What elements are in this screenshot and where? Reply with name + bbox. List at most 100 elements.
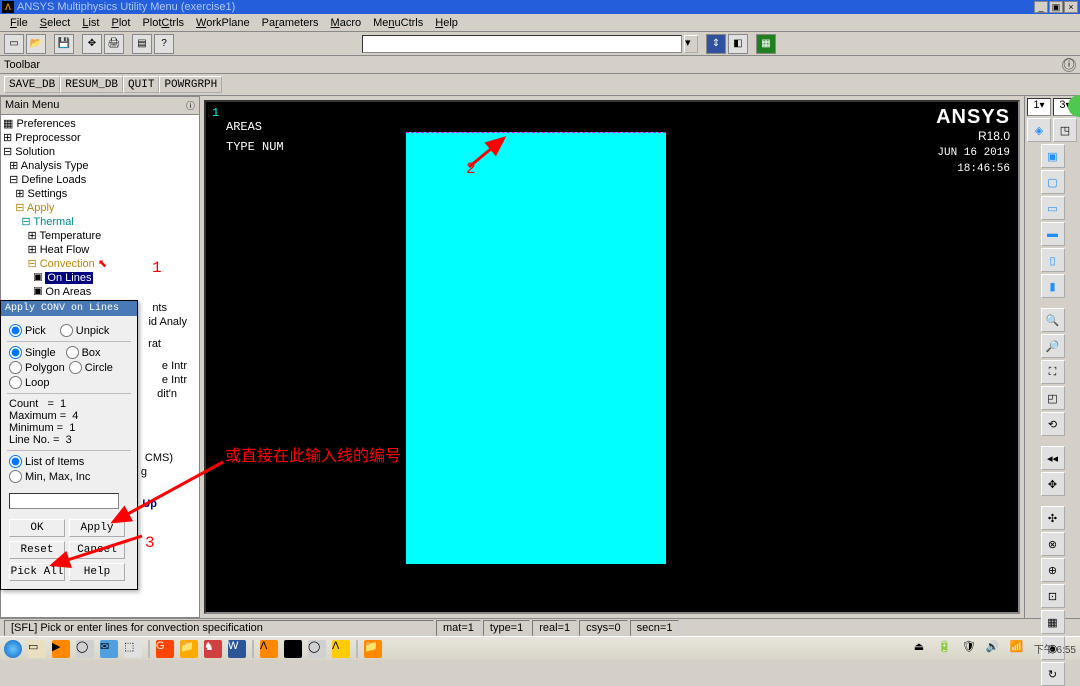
- refresh-icon[interactable]: ↻: [1041, 662, 1065, 686]
- pick-radio[interactable]: Pick: [9, 324, 46, 337]
- front-view-icon[interactable]: ▣: [1041, 144, 1065, 168]
- menu-file[interactable]: File: [4, 17, 34, 29]
- tree-convection[interactable]: Convection: [40, 258, 95, 270]
- view-select-a[interactable]: 1▾: [1027, 98, 1051, 116]
- help-icon[interactable]: ?: [154, 34, 174, 54]
- tree-temperature[interactable]: Temperature: [40, 230, 102, 242]
- tree-preferences[interactable]: Preferences: [16, 118, 75, 130]
- right-view-icon[interactable]: ▮: [1041, 274, 1065, 298]
- minimize-button[interactable]: _: [1034, 1, 1048, 13]
- pick-icon[interactable]: ✣: [1041, 506, 1065, 530]
- model-area[interactable]: [406, 132, 666, 564]
- graphics-canvas[interactable]: 1 AREAS TYPE NUM ANSYS R18.0 JUN 16 2019…: [204, 100, 1020, 614]
- tree-solution[interactable]: Solution: [15, 146, 55, 158]
- tray-icon[interactable]: 🔊: [986, 640, 1004, 658]
- task-app-icon[interactable]: 📁: [364, 640, 382, 658]
- quit-button[interactable]: QUIT: [123, 76, 159, 93]
- taskbar-clock[interactable]: 下午 6:55: [1034, 641, 1076, 656]
- tree-apply[interactable]: Apply: [27, 202, 55, 214]
- command-input[interactable]: [362, 35, 682, 53]
- task-app-icon[interactable]: ◯: [308, 640, 326, 658]
- task-icon[interactable]: ▭: [28, 640, 46, 658]
- minimum-label: Minimum = 1: [9, 422, 129, 434]
- task-icon[interactable]: ⬚: [124, 640, 142, 658]
- shade-icon[interactable]: ⊕: [1041, 558, 1065, 582]
- box-radio[interactable]: Box: [66, 346, 101, 359]
- tray-icon[interactable]: 📶: [1010, 640, 1028, 658]
- unpick-radio[interactable]: Unpick: [60, 324, 110, 337]
- left-view-icon[interactable]: ▯: [1041, 248, 1065, 272]
- menu-macro[interactable]: Macro: [325, 17, 368, 29]
- task-icon[interactable]: ▶: [52, 640, 70, 658]
- back-view-icon[interactable]: ▢: [1041, 170, 1065, 194]
- graph-icon[interactable]: ▦: [756, 34, 776, 54]
- tree-analysis-type[interactable]: Analysis Type: [21, 160, 89, 172]
- menu-menuctrls[interactable]: MenuCtrls: [367, 17, 429, 29]
- menu-plot[interactable]: Plot: [105, 17, 136, 29]
- print-icon[interactable]: 🖨: [104, 34, 124, 54]
- top-view-icon[interactable]: ▭: [1041, 196, 1065, 220]
- tree-define-loads[interactable]: Define Loads: [21, 174, 86, 186]
- wireframe-icon[interactable]: ⊗: [1041, 532, 1065, 556]
- iso-view-icon[interactable]: ◈: [1027, 118, 1051, 142]
- zoom-in-icon[interactable]: 🔎: [1041, 334, 1065, 358]
- oblique-view-icon[interactable]: ◳: [1053, 118, 1077, 142]
- status-secn: secn=1: [630, 620, 680, 636]
- save-db-button[interactable]: SAVE_DB: [4, 76, 60, 93]
- mainmenu-info-icon[interactable]: ⓘ: [186, 99, 195, 112]
- task-icon[interactable]: ✉: [100, 640, 118, 658]
- menu-plotctrls[interactable]: PlotCtrls: [136, 17, 190, 29]
- dyn-rotate-icon[interactable]: ✥: [1041, 472, 1065, 496]
- tray-icon[interactable]: 🛡: [962, 640, 980, 658]
- tree-thermal[interactable]: Thermal: [33, 216, 73, 228]
- tree-on-areas[interactable]: On Areas: [45, 286, 91, 298]
- menu-help[interactable]: Help: [429, 17, 464, 29]
- pan-icon[interactable]: ✥: [82, 34, 102, 54]
- tray-icon[interactable]: ⏏: [914, 640, 932, 658]
- task-app-icon[interactable]: Λ: [260, 640, 278, 658]
- report-icon[interactable]: ▤: [132, 34, 152, 54]
- toolbar-info-icon[interactable]: ⓘ: [1062, 58, 1076, 72]
- task-icon[interactable]: ◯: [76, 640, 94, 658]
- zoom-box-icon[interactable]: ⛶: [1041, 360, 1065, 384]
- new-icon[interactable]: ▭: [4, 34, 24, 54]
- maximize-button[interactable]: ▣: [1049, 1, 1063, 13]
- task-icon[interactable]: W: [228, 640, 246, 658]
- prev-icon[interactable]: ◂◂: [1041, 446, 1065, 470]
- contour-icon[interactable]: ◧: [728, 34, 748, 54]
- single-radio[interactable]: Single: [9, 346, 56, 359]
- task-icon[interactable]: G: [156, 640, 174, 658]
- command-dropdown[interactable]: ▾: [684, 35, 698, 53]
- start-icon[interactable]: [4, 640, 22, 658]
- axes-icon[interactable]: ⊡: [1041, 584, 1065, 608]
- resum-db-button[interactable]: RESUM_DB: [60, 76, 123, 93]
- list-items-radio[interactable]: List of Items: [9, 455, 84, 468]
- menu-workplane[interactable]: WorkPlane: [190, 17, 256, 29]
- task-app-icon[interactable]: Λ: [284, 640, 302, 658]
- rotate-icon[interactable]: ⟲: [1041, 412, 1065, 436]
- raise-icon[interactable]: ⇕: [706, 34, 726, 54]
- menu-select[interactable]: Select: [34, 17, 77, 29]
- open-icon[interactable]: 📂: [26, 34, 46, 54]
- polygon-radio[interactable]: Polygon: [9, 361, 65, 374]
- task-icon[interactable]: ♞: [204, 640, 222, 658]
- task-app-icon[interactable]: Λ: [332, 640, 350, 658]
- circle-radio[interactable]: Circle: [69, 361, 113, 374]
- powrgrph-button[interactable]: POWRGRPH: [159, 76, 222, 93]
- loop-radio[interactable]: Loop: [9, 376, 49, 389]
- min-max-radio[interactable]: Min, Max, Inc: [9, 470, 90, 483]
- grid-icon[interactable]: ▦: [1041, 610, 1065, 634]
- zoom-fit-icon[interactable]: 🔍: [1041, 308, 1065, 332]
- task-icon[interactable]: 📁: [180, 640, 198, 658]
- tree-settings[interactable]: Settings: [28, 188, 68, 200]
- bottom-view-icon[interactable]: ▬: [1041, 222, 1065, 246]
- zoom-window-icon[interactable]: ◰: [1041, 386, 1065, 410]
- save-icon[interactable]: 💾: [54, 34, 74, 54]
- tree-on-lines[interactable]: On Lines: [45, 272, 93, 284]
- menu-parameters[interactable]: Parameters: [256, 17, 325, 29]
- menu-list[interactable]: List: [76, 17, 105, 29]
- tray-icon[interactable]: 🔋: [938, 640, 956, 658]
- tree-preprocessor[interactable]: Preprocessor: [15, 132, 80, 144]
- close-button[interactable]: ×: [1064, 1, 1078, 13]
- tree-heat-flow[interactable]: Heat Flow: [40, 244, 90, 256]
